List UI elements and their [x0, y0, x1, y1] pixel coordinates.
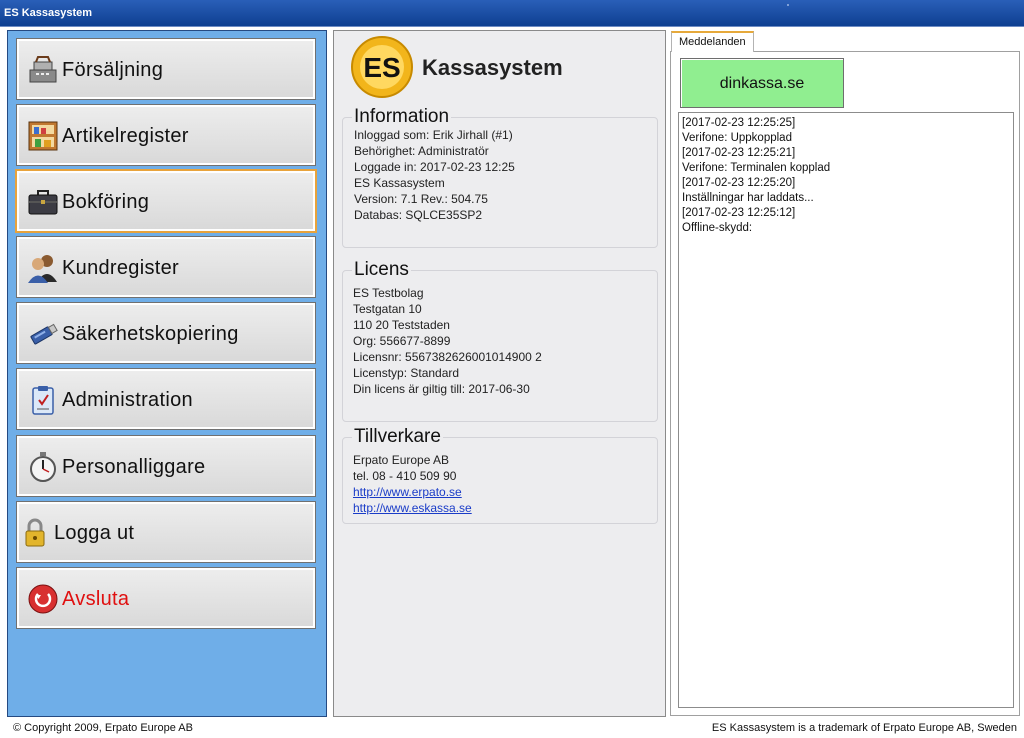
log-line: Inställningar har laddats... [682, 192, 814, 204]
nav-button-artikelregister[interactable]: Artikelregister [16, 104, 316, 166]
message-log[interactable]: [2017-02-23 12:25:25] Verifone: Uppkoppl… [678, 112, 1014, 708]
tillverkare-group: Tillverkare Erpato Europe AB tel. 08 - 4… [342, 426, 658, 524]
log-line: Verifone: Uppkopplad [682, 132, 792, 144]
messages-panel: dinkassa.se [2017-02-23 12:25:25] Verifo… [670, 30, 1020, 717]
group-title: Tillverkare [352, 426, 443, 448]
trademark-text: ES Kassasystem is a trademark of Erpato … [711, 722, 1017, 734]
title-bar: ES Kassasystem [0, 0, 1024, 27]
sidebar: Försäljning Artikelregister Bokföring Ku… [7, 30, 327, 717]
info-line: Version: 7.1 Rev.: 504.75 [354, 192, 488, 206]
es-logo: ES [351, 36, 413, 98]
info-line: Loggade in: 2017-02-23 12:25 [354, 160, 515, 174]
briefcase-icon [28, 190, 58, 215]
brand-name: Kassasystem [422, 55, 563, 80]
nav-button-sakerhetskopiering[interactable]: Säkerhetskopiering [16, 302, 316, 364]
licens-line: Licenstyp: Standard [353, 366, 460, 380]
licens-line: Org: 556677-8899 [353, 334, 451, 348]
svg-text:ES: ES [363, 52, 400, 83]
nav-label: Försäljning [62, 59, 164, 81]
nav-button-forsaljning[interactable]: Försäljning [16, 38, 316, 100]
nav-label: Personalliggare [62, 456, 206, 478]
nav-button-logga-ut[interactable]: Logga ut [16, 501, 316, 563]
cash-register-icon [29, 56, 57, 83]
nav-button-administration[interactable]: Administration [16, 368, 316, 430]
nav-label: Kundregister [62, 257, 179, 279]
log-line: [2017-02-23 12:25:21] [682, 147, 796, 159]
padlock-icon [25, 518, 45, 547]
titlebar-mark [787, 4, 789, 6]
copyright-text: © Copyright 2009, Erpato Europe AB [13, 722, 193, 734]
nav-label: Bokföring [62, 191, 150, 213]
group-title: Licens [352, 259, 411, 281]
information-group: Information Inloggad som: Erik Jirhall (… [342, 106, 658, 248]
log-line: [2017-02-23 12:25:25] [682, 117, 796, 129]
info-line: Behörighet: Administratör [354, 144, 489, 158]
eskassa-link[interactable]: http://www.eskassa.se [353, 501, 472, 515]
nav-label: Logga ut [54, 522, 135, 544]
dinkassa-button[interactable]: dinkassa.se [680, 58, 844, 108]
erpato-link[interactable]: http://www.erpato.se [353, 485, 462, 499]
tillverkare-line: tel. 08 - 410 509 90 [353, 469, 457, 483]
nav-button-kundregister[interactable]: Kundregister [16, 236, 316, 298]
group-title: Information [352, 106, 452, 128]
log-line: [2017-02-23 12:25:20] [682, 177, 796, 189]
usb-drive-icon [30, 323, 58, 345]
info-line: ES Kassasystem [354, 176, 445, 190]
licens-line: ES Testbolag [353, 286, 424, 300]
people-icon [28, 255, 57, 283]
info-line: Inloggad som: Erik Jirhall (#1) [354, 128, 513, 142]
exit-icon [28, 584, 58, 614]
nav-label: Avsluta [62, 588, 130, 610]
log-line: Offline-skydd: [682, 222, 753, 234]
licens-group: Licens ES Testbolag Testgatan 10 110 20 … [342, 259, 658, 422]
log-line: Verifone: Terminalen kopplad [682, 162, 831, 174]
shelf-icon [28, 121, 58, 151]
licens-line: Din licens är giltig till: 2017-06-30 [353, 382, 530, 396]
nav-button-personalliggare[interactable]: Personalliggare [16, 435, 316, 497]
nav-label: Artikelregister [62, 125, 189, 147]
window-title: ES Kassasystem [4, 7, 93, 19]
messages-tab-panel: dinkassa.se [2017-02-23 12:25:25] Verifo… [670, 51, 1020, 716]
licens-line: Testgatan 10 [353, 302, 422, 316]
info-panel: ES Kassasystem Information Inloggad som:… [333, 30, 666, 717]
info-line: Databas: SQLCE35SP2 [354, 208, 483, 222]
tab-meddelanden[interactable]: Meddelanden [671, 31, 754, 52]
licens-line: Licensnr: 5567382626001014900 2 [353, 350, 542, 364]
nav-label: Administration [62, 389, 193, 411]
clipboard-icon [32, 386, 54, 415]
licens-line: 110 20 Teststaden [353, 318, 450, 332]
nav-label: Säkerhetskopiering [62, 323, 239, 345]
nav-button-bokforing[interactable]: Bokföring [15, 169, 317, 233]
tillverkare-line: Erpato Europe AB [353, 453, 450, 467]
nav-button-avsluta[interactable]: Avsluta [16, 567, 316, 629]
stopwatch-icon [30, 452, 56, 482]
log-line: [2017-02-23 12:25:12] [682, 207, 796, 219]
